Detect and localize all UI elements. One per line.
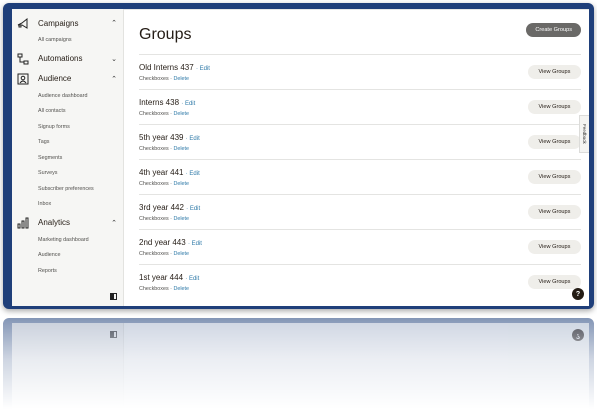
group-name: 1st year 444 bbox=[139, 272, 184, 282]
nav-tags[interactable]: Tags bbox=[12, 135, 123, 151]
view-groups-button[interactable]: View Groups bbox=[528, 100, 581, 114]
view-groups-button[interactable]: View Groups bbox=[528, 170, 581, 184]
nav-audience-dashboard[interactable]: Audience dashboard bbox=[12, 89, 123, 105]
screenshot-frame: Campaigns ⌃ All campaigns Automations ⌄ … bbox=[3, 3, 594, 309]
nav-inbox[interactable]: Inbox bbox=[12, 197, 123, 213]
view-groups-button[interactable]: View Groups bbox=[528, 240, 581, 254]
list-item: Interns 438 · Edit Checkboxes · Delete V… bbox=[139, 89, 581, 124]
group-type: Checkboxes bbox=[139, 110, 169, 117]
nav-automations[interactable]: Automations ⌄ bbox=[12, 49, 123, 69]
nav-analytics-audience[interactable]: Audience bbox=[12, 248, 123, 264]
edit-link[interactable]: Edit bbox=[185, 101, 195, 107]
chevron-up-icon[interactable]: ⌃ bbox=[111, 219, 117, 227]
feedback-tab[interactable]: Feedback bbox=[579, 115, 589, 153]
edit-link[interactable]: Edit bbox=[189, 136, 199, 142]
delete-link[interactable]: Delete bbox=[173, 146, 189, 152]
group-type: Checkboxes bbox=[139, 180, 169, 187]
edit-link[interactable]: Edit bbox=[200, 66, 210, 72]
group-name: 4th year 441 bbox=[139, 167, 184, 177]
delete-link[interactable]: Delete bbox=[173, 181, 189, 187]
group-name: 3rd year 442 bbox=[139, 202, 184, 212]
automations-icon bbox=[16, 53, 30, 65]
nav-all-contacts[interactable]: All contacts bbox=[12, 104, 123, 120]
chevron-up-icon[interactable]: ⌃ bbox=[111, 75, 117, 83]
group-type: Checkboxes bbox=[139, 145, 169, 152]
view-groups-button[interactable]: View Groups bbox=[528, 275, 581, 289]
audience-icon bbox=[16, 73, 30, 85]
nav-marketing-dashboard[interactable]: Marketing dashboard bbox=[12, 233, 123, 249]
page-title: Groups bbox=[139, 26, 192, 43]
collapse-sidebar-icon[interactable] bbox=[110, 293, 117, 300]
group-name: 5th year 439 bbox=[139, 132, 184, 142]
create-groups-button[interactable]: Create Groups bbox=[526, 23, 581, 37]
edit-link[interactable]: Edit bbox=[190, 206, 200, 212]
nav-campaigns[interactable]: Campaigns ⌃ bbox=[12, 13, 123, 33]
edit-link[interactable]: Edit bbox=[189, 171, 199, 177]
help-button[interactable]: ? bbox=[572, 288, 584, 300]
edit-link[interactable]: Edit bbox=[189, 276, 199, 282]
analytics-icon bbox=[16, 217, 30, 229]
chevron-down-icon[interactable]: ⌄ bbox=[111, 55, 117, 63]
group-type: Checkboxes bbox=[139, 285, 169, 292]
edit-link[interactable]: Edit bbox=[192, 241, 202, 247]
group-type: Checkboxes bbox=[139, 75, 169, 82]
nav-reports[interactable]: Reports bbox=[12, 264, 123, 280]
list-item: 5th year 439 · Edit Checkboxes · Delete … bbox=[139, 124, 581, 159]
app-window: Campaigns ⌃ All campaigns Automations ⌄ … bbox=[12, 9, 589, 306]
group-type: Checkboxes bbox=[139, 215, 169, 222]
nav-all-campaigns[interactable]: All campaigns bbox=[12, 33, 123, 49]
list-item: 2nd year 443 · Edit Checkboxes · Delete … bbox=[139, 229, 581, 264]
main-content: Groups Create Groups Old Interns 437 · E… bbox=[124, 9, 589, 306]
group-name: Old Interns 437 bbox=[139, 62, 194, 72]
nav-subscriber-preferences[interactable]: Subscriber preferences bbox=[12, 182, 123, 198]
nav-analytics[interactable]: Analytics ⌃ bbox=[12, 213, 123, 233]
group-name: 2nd year 443 bbox=[139, 237, 186, 247]
view-groups-button[interactable]: View Groups bbox=[528, 65, 581, 79]
sidebar: Campaigns ⌃ All campaigns Automations ⌄ … bbox=[12, 9, 124, 306]
nav-audience[interactable]: Audience ⌃ bbox=[12, 69, 123, 89]
nav-surveys[interactable]: Surveys bbox=[12, 166, 123, 182]
delete-link[interactable]: Delete bbox=[173, 251, 189, 257]
list-item: 4th year 441 · Edit Checkboxes · Delete … bbox=[139, 159, 581, 194]
group-name: Interns 438 bbox=[139, 97, 180, 107]
divider bbox=[124, 9, 589, 10]
delete-link[interactable]: Delete bbox=[173, 76, 189, 82]
chevron-up-icon[interactable]: ⌃ bbox=[111, 19, 117, 27]
group-type: Checkboxes bbox=[139, 250, 169, 257]
nav-signup-forms[interactable]: Signup forms bbox=[12, 120, 123, 136]
reflection: ? bbox=[3, 318, 594, 409]
campaigns-icon bbox=[16, 17, 30, 29]
view-groups-button[interactable]: View Groups bbox=[528, 205, 581, 219]
view-groups-button[interactable]: View Groups bbox=[528, 135, 581, 149]
groups-list: Old Interns 437 · Edit Checkboxes · Dele… bbox=[139, 54, 581, 299]
list-item: 3rd year 442 · Edit Checkboxes · Delete … bbox=[139, 194, 581, 229]
list-item: 1st year 444 · Edit Checkboxes · Delete … bbox=[139, 264, 581, 299]
delete-link[interactable]: Delete bbox=[173, 111, 189, 117]
nav-segments[interactable]: Segments bbox=[12, 151, 123, 167]
delete-link[interactable]: Delete bbox=[173, 216, 189, 222]
list-item: Old Interns 437 · Edit Checkboxes · Dele… bbox=[139, 54, 581, 89]
delete-link[interactable]: Delete bbox=[173, 286, 189, 292]
